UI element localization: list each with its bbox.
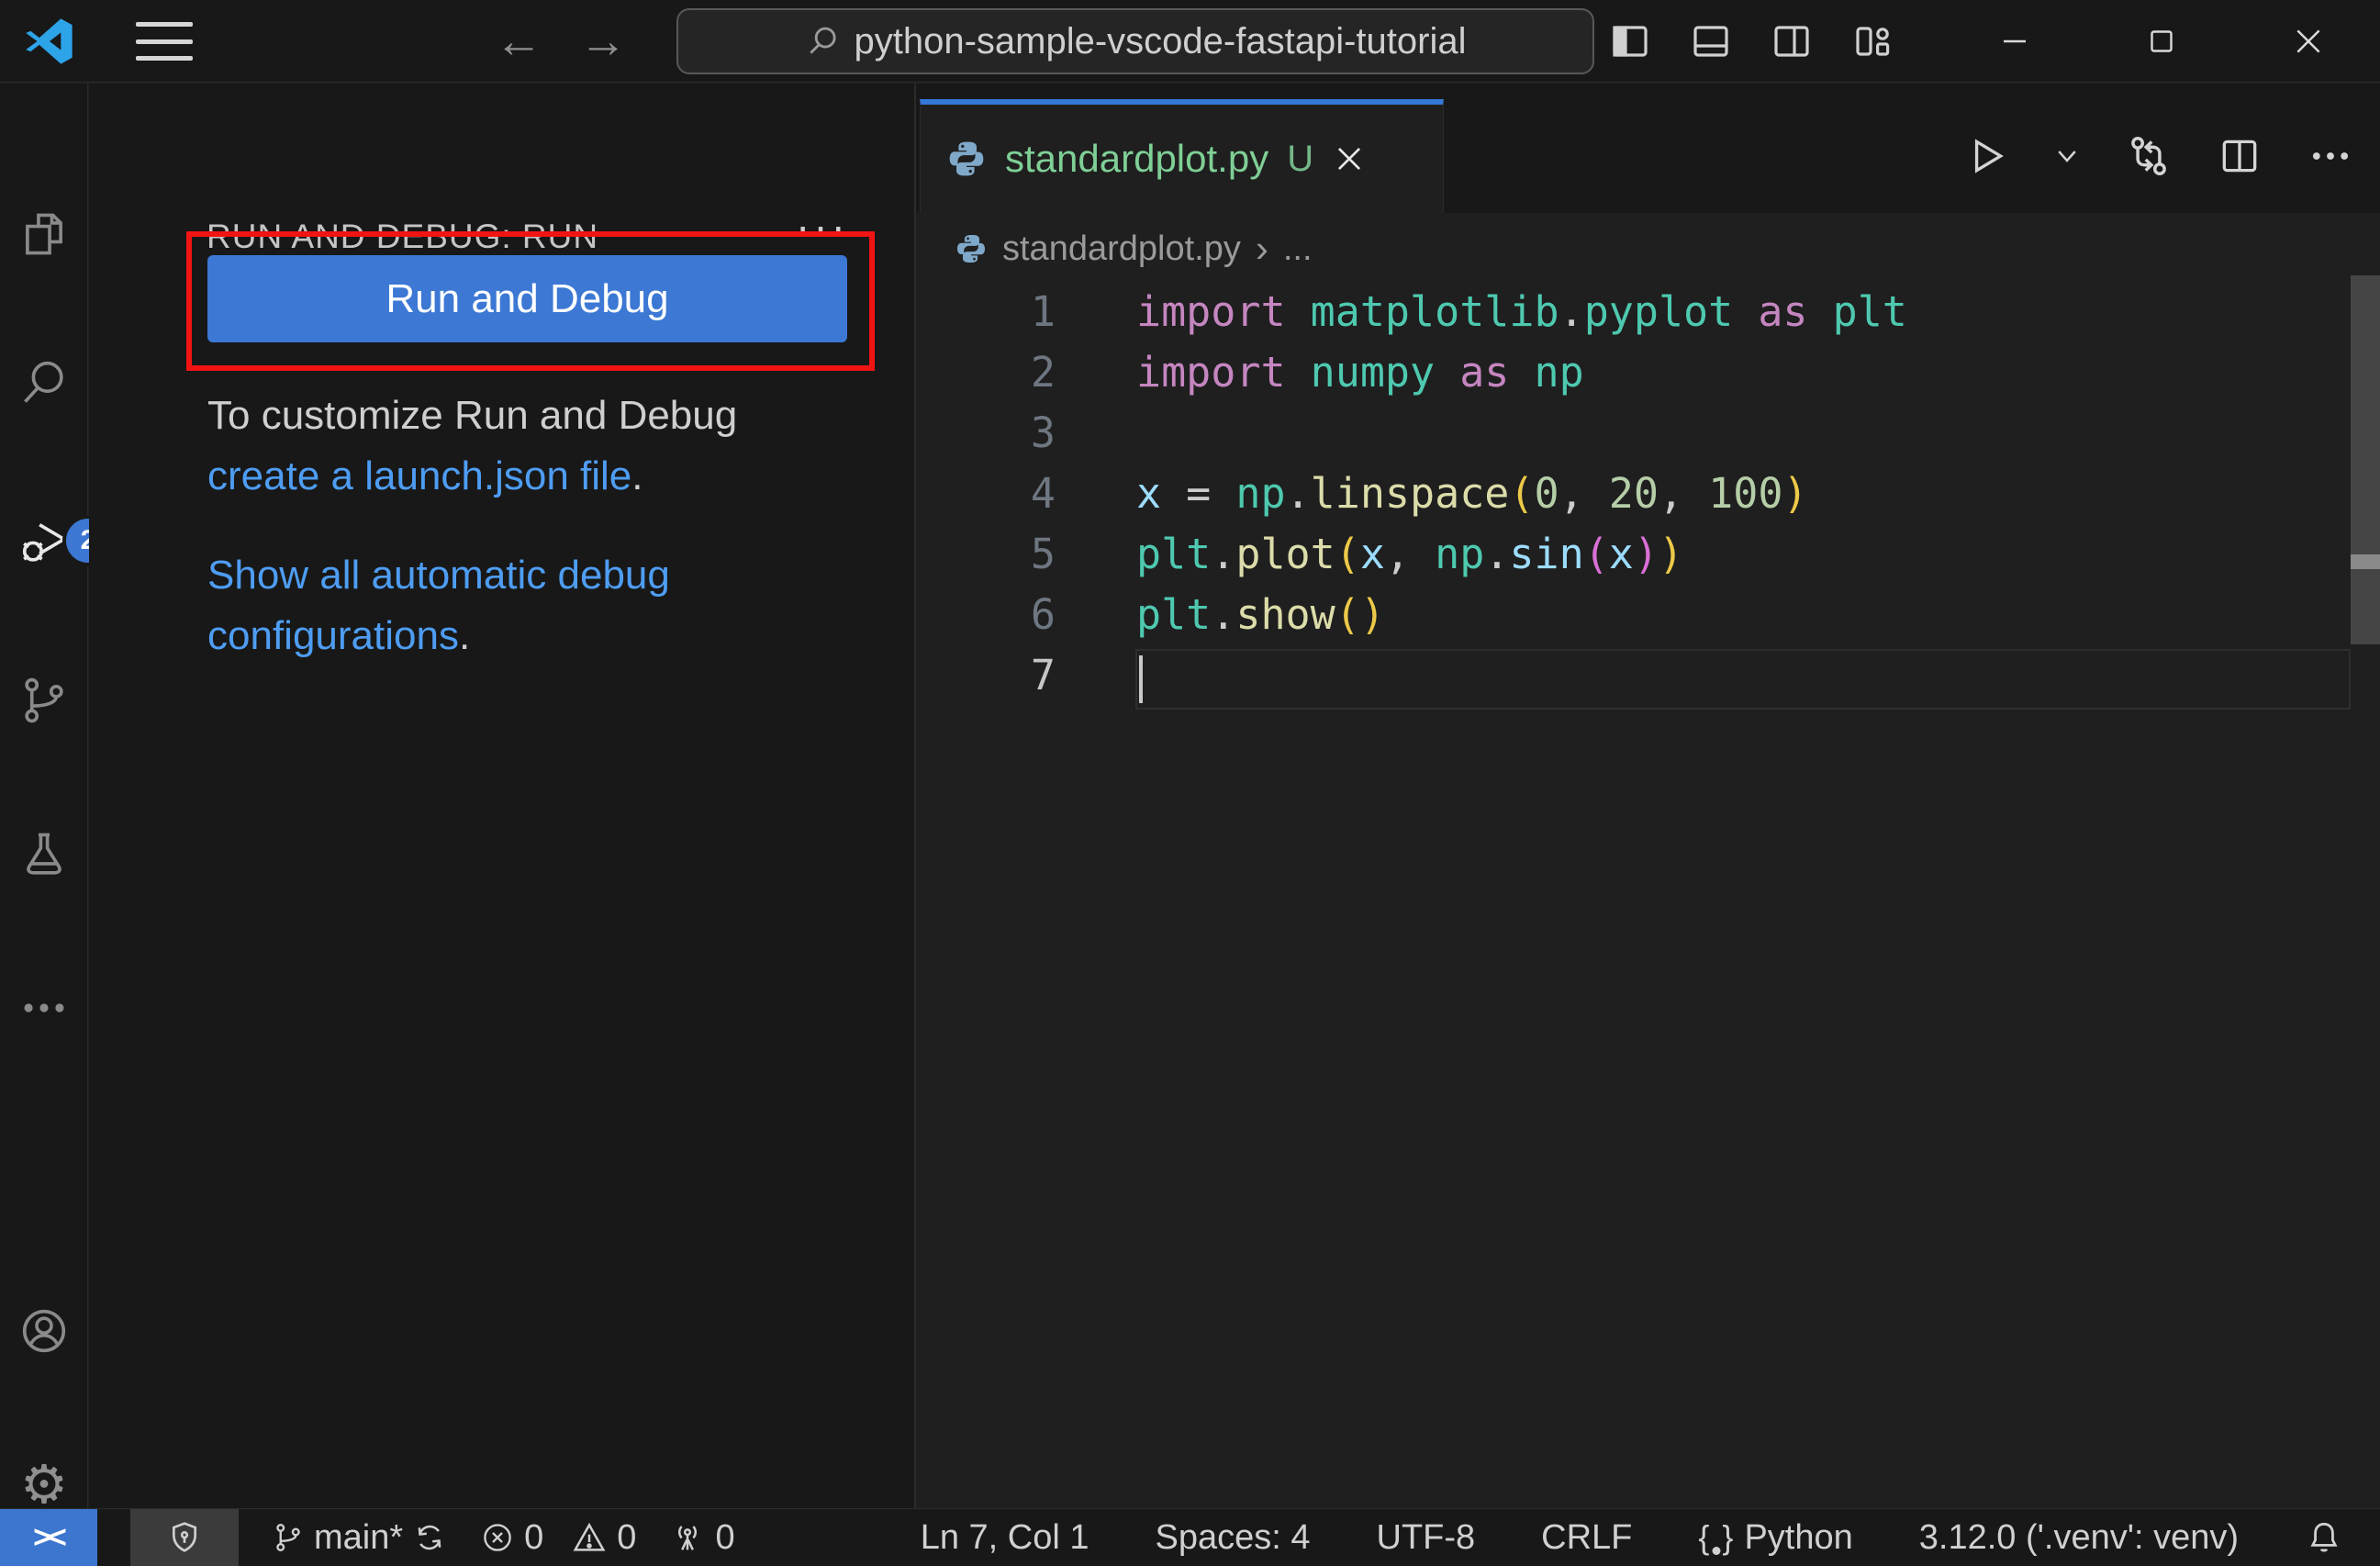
explorer-icon[interactable] xyxy=(17,207,71,261)
code-line[interactable]: 1 import matplotlib.pyplot as plt xyxy=(916,281,2350,341)
language-mode[interactable]: { } Python xyxy=(1698,1518,1852,1558)
annotation-highlight-box xyxy=(186,231,875,371)
back-arrow-icon[interactable]: ← xyxy=(486,11,551,72)
auto-debug-config-link[interactable]: Show all automatic debug configurations xyxy=(207,553,670,658)
code-text: plt.plot(x, np.sin(x)) xyxy=(1136,529,1684,578)
text-cursor xyxy=(1139,655,1143,703)
tab-modified-indicator: U xyxy=(1287,138,1314,179)
editor-more-actions-icon[interactable] xyxy=(2307,132,2354,180)
tab-standardplot[interactable]: standardplot.py U xyxy=(920,99,1444,213)
code-text: plt.show() xyxy=(1136,589,1385,639)
breadcrumb[interactable]: standardplot.py › ... xyxy=(955,220,1313,277)
customize-layout-icon[interactable] xyxy=(1850,19,1894,63)
accounts-icon[interactable] xyxy=(17,1304,71,1358)
language-braces-icon: { } xyxy=(1698,1518,1736,1556)
toggle-secondary-sidebar-icon[interactable] xyxy=(1770,19,1814,63)
radio-tower-icon xyxy=(678,1526,698,1550)
git-branch-icon xyxy=(276,1523,300,1551)
toggle-sidebar-icon[interactable] xyxy=(1608,19,1652,63)
code-text: import matplotlib.pyplot as plt xyxy=(1136,286,1907,336)
remote-indicator[interactable]: >< xyxy=(0,1508,97,1566)
problems-indicator[interactable]: 0 0 xyxy=(480,1518,636,1558)
code-text: import numpy as np xyxy=(1136,347,1584,397)
run-python-file-icon[interactable] xyxy=(1963,133,2009,179)
command-center-search[interactable]: python-sample-vscode-fastapi-tutorial xyxy=(676,8,1594,74)
branch-indicator[interactable]: main* xyxy=(272,1518,447,1558)
sync-icon[interactable] xyxy=(412,1520,447,1555)
line-number: 5 xyxy=(1030,529,1056,578)
line-number: 4 xyxy=(1030,468,1056,518)
forward-arrow-icon[interactable]: → xyxy=(571,11,635,72)
indentation[interactable]: Spaces: 4 xyxy=(1156,1518,1311,1558)
notifications-bell-icon[interactable] xyxy=(2305,1518,2343,1557)
warnings-icon xyxy=(573,1522,606,1551)
run-dropdown-chevron-icon[interactable] xyxy=(2053,142,2081,170)
split-editor-icon[interactable] xyxy=(2217,133,2263,179)
line-number: 6 xyxy=(1030,589,1056,639)
breadcrumb-file[interactable]: standardplot.py xyxy=(1002,229,1241,269)
line-number: 1 xyxy=(1030,286,1056,336)
python-interpreter[interactable]: 3.12.0 ('.venv': venv) xyxy=(1919,1518,2239,1558)
settings-gear-icon[interactable]: ⚙ xyxy=(17,1459,71,1512)
python-file-icon-small xyxy=(957,235,985,263)
python-file-icon xyxy=(949,141,984,176)
tab-label: standardplot.py xyxy=(1005,137,1269,180)
line-number: 3 xyxy=(1030,408,1056,457)
tab-close-icon[interactable] xyxy=(1332,141,1367,176)
encoding[interactable]: UTF-8 xyxy=(1377,1518,1476,1558)
source-control-icon[interactable] xyxy=(17,674,71,727)
close-window-button[interactable] xyxy=(2267,11,2350,72)
vscode-logo-icon xyxy=(26,18,73,64)
errors-icon xyxy=(484,1524,511,1551)
toggle-panel-icon[interactable] xyxy=(1689,19,1733,63)
search-icon xyxy=(809,27,836,54)
menu-icon[interactable] xyxy=(136,22,193,61)
code-line[interactable]: 2 import numpy as np xyxy=(916,341,2350,402)
minimize-button[interactable] xyxy=(1973,11,2056,72)
line-number: 2 xyxy=(1030,347,1056,397)
editor-scrollbar[interactable] xyxy=(2351,275,2380,644)
eol-sequence[interactable]: CRLF xyxy=(1541,1518,1632,1558)
maximize-button[interactable] xyxy=(2120,11,2203,72)
status-bar: >< main* 0 0 0 Ln 7, Col 1 Spaces: 4 UTF… xyxy=(0,1508,2380,1566)
current-line-highlight xyxy=(1135,649,2351,710)
code-line[interactable]: 5 plt.plot(x, np.sin(x)) xyxy=(916,523,2350,584)
workspace-trust-shield-icon[interactable] xyxy=(130,1508,239,1566)
code-line[interactable]: 3 xyxy=(916,402,2350,463)
code-editor[interactable]: 1 import matplotlib.pyplot as plt 2 import … xyxy=(916,281,2350,705)
auto-debug-hint-text: Show all automatic debug configurations. xyxy=(207,553,670,658)
run-debug-sidebar: RUN AND DEBUG: RUN ··· Run and Debug To … xyxy=(89,84,916,1508)
cursor-position[interactable]: Ln 7, Col 1 xyxy=(921,1518,1089,1558)
ports-count: 0 xyxy=(715,1517,735,1557)
testing-view-icon[interactable] xyxy=(17,827,71,880)
line-number: 7 xyxy=(1030,650,1056,699)
activity-bar: 2 ⚙ BR xyxy=(0,84,130,1565)
more-views-icon[interactable] xyxy=(17,981,71,1035)
launch-json-link[interactable]: create a launch.json file xyxy=(207,453,631,498)
breadcrumb-separator: › xyxy=(1255,227,1268,270)
title-bar: ← → python-sample-vscode-fastapi-tutoria… xyxy=(0,0,2380,83)
search-view-icon[interactable] xyxy=(17,356,71,409)
code-text: x = np.linspace(0, 20, 100) xyxy=(1136,468,1808,518)
scrollbar-decoration xyxy=(2351,554,2380,569)
code-line[interactable]: 4 x = np.linspace(0, 20, 100) xyxy=(916,463,2350,523)
code-line[interactable]: 6 plt.show() xyxy=(916,584,2350,644)
error-count: 0 xyxy=(524,1517,544,1557)
breadcrumb-more[interactable]: ... xyxy=(1283,229,1313,269)
branch-name: main* xyxy=(314,1517,404,1557)
customize-hint-text: To customize Run and Debug create a laun… xyxy=(207,393,738,498)
ports-indicator[interactable]: 0 xyxy=(669,1517,735,1558)
command-center-text: python-sample-vscode-fastapi-tutorial xyxy=(854,20,1467,62)
editor-actions xyxy=(1963,99,2354,213)
open-changes-icon[interactable] xyxy=(2125,132,2173,180)
warning-count: 0 xyxy=(617,1517,637,1557)
